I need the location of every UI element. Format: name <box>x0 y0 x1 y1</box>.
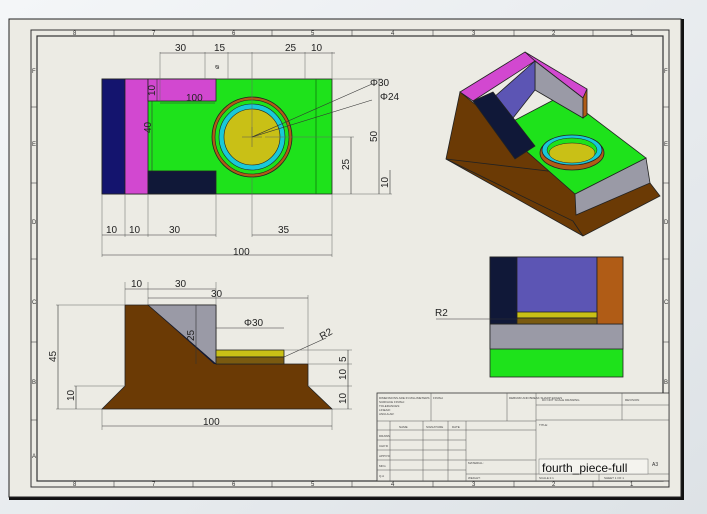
tb-sheet-size: A3 <box>652 462 658 468</box>
dim-10-right: 10 <box>380 176 391 188</box>
dim-10-front-top: 10 <box>131 279 143 290</box>
dim-25-top: 25 <box>285 43 297 54</box>
side-view-bore <box>516 311 598 319</box>
zone-row-b-right: B <box>664 380 668 386</box>
tb-do-not-scale: DO NOT SCALE DRAWING <box>542 398 580 402</box>
tb-part-name[interactable]: fourth_piece-full <box>542 461 627 475</box>
tb-row-qa: Q.A <box>379 474 384 478</box>
zone-row-d-right: D <box>664 220 669 226</box>
zone-row-e-right: E <box>664 142 668 148</box>
dim-35-bottom: 35 <box>278 225 290 236</box>
tb-row-drawn: DRAWN <box>379 434 390 438</box>
zone-row-a: A <box>32 454 36 460</box>
tb-note-angular: ANGULAR: <box>379 412 395 416</box>
tb-material: MATERIAL: <box>468 461 484 465</box>
zone-row-f-right: F <box>664 69 668 75</box>
dim-phi30-top: Φ30 <box>370 78 390 89</box>
dim-15-top: 15 <box>214 43 226 54</box>
top-view-left-wall <box>101 78 126 195</box>
tb-finish: FINISH <box>433 396 443 400</box>
dim-100-front-bottom: 100 <box>203 417 220 428</box>
side-view-slot <box>489 256 518 325</box>
dim-10-front-right-a: 10 <box>338 368 349 380</box>
zone-row-c-right: C <box>664 300 669 306</box>
dim-10-bottom-b: 10 <box>129 225 141 236</box>
front-view-bore <box>215 349 285 358</box>
drawing-canvas: 8 7 6 5 4 3 2 1 8 7 6 5 4 3 2 1 F E D C … <box>0 0 707 514</box>
side-view-right-edge <box>596 256 624 325</box>
tb-title-label: TITLE: <box>539 423 548 427</box>
top-view-back-wall <box>147 78 217 102</box>
dim-r2-side: R2 <box>435 308 448 319</box>
front-view-bore-rim <box>215 356 285 365</box>
dim-10-front-left: 10 <box>66 389 77 401</box>
zone-row-b: B <box>32 380 36 386</box>
side-view-bore-rim <box>516 317 598 325</box>
dim-10-bottom-a: 10 <box>106 225 118 236</box>
iso-boss-bore <box>548 142 596 164</box>
dim-5-front: 5 <box>338 356 349 362</box>
dim-phi30-front: Φ30 <box>244 318 264 329</box>
dim-10-front-right-b: 10 <box>338 392 349 404</box>
dim-phi-small: ⌀ <box>214 65 221 69</box>
tb-header-name: NAME <box>399 425 408 429</box>
tb-scale: SCALE:1:1 <box>539 476 554 480</box>
tb-row-mfg: MFG <box>379 464 386 468</box>
dim-25-vert: 25 <box>341 158 352 170</box>
dim-30-front-second: 30 <box>211 289 223 300</box>
top-view-magenta-wall <box>124 78 149 195</box>
zone-row-e: E <box>32 142 36 148</box>
side-view-wall <box>516 256 598 318</box>
dim-25-front: 25 <box>186 329 197 341</box>
dim-100-inner: 100 <box>186 93 203 104</box>
tb-row-checked: CHK'D <box>379 444 389 448</box>
tb-sheet-of: SHEET 1 OF 1 <box>604 476 624 480</box>
top-view-slot <box>147 170 217 195</box>
tb-revision: REVISION <box>625 398 639 402</box>
tb-header-signature: SIGNATURE <box>426 425 443 429</box>
title-block[interactable]: DIMENSIONS ARE IN MILLIMETERS SURFACE FI… <box>376 392 670 482</box>
dim-10-top: 10 <box>311 43 323 54</box>
tb-weight: WEIGHT: <box>468 476 481 480</box>
dim-50-vert: 50 <box>369 130 380 142</box>
tb-header-date: DATE <box>452 425 460 429</box>
dim-10-vert: 10 <box>147 84 158 96</box>
dim-30-bottom: 30 <box>169 225 181 236</box>
dim-40-vert: 40 <box>143 121 154 133</box>
dim-45-front: 45 <box>48 350 59 362</box>
zone-row-f: F <box>32 69 36 75</box>
tb-row-approved: APPV'D <box>379 454 391 458</box>
side-view-step <box>489 323 624 350</box>
dim-phi24-top: Φ24 <box>380 92 400 103</box>
dim-30-front-top: 30 <box>175 279 187 290</box>
zone-row-d: D <box>32 220 37 226</box>
zone-row-c: C <box>32 300 37 306</box>
drawing-window: 8 7 6 5 4 3 2 1 8 7 6 5 4 3 2 1 F E D C … <box>0 0 707 514</box>
dim-30-top: 30 <box>175 43 187 54</box>
dim-100-bottom: 100 <box>233 247 250 258</box>
